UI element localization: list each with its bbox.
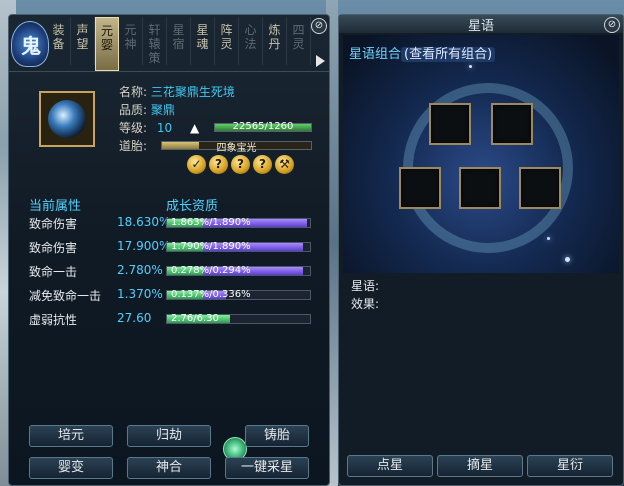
close-button[interactable]: ⊘ xyxy=(311,18,327,34)
dao-slot-icon[interactable]: ⚒ xyxy=(275,155,294,174)
tab-4[interactable]: 轩 辕 策 xyxy=(143,17,167,65)
effect-label: 效果: xyxy=(351,297,380,311)
star-slot[interactable] xyxy=(459,167,501,209)
dao-slots: ✓??? ⚒ xyxy=(187,155,297,174)
growth-text: 0.278%/0.294% xyxy=(171,265,251,276)
category-tabs: 装 备声 望元 婴元 神轩 辕 策星 宿星 魂阵 灵心 法炼 丹四 灵 xyxy=(47,17,311,71)
zhutai-button[interactable]: 铸胎 xyxy=(245,425,309,447)
star-sparkle xyxy=(547,237,550,240)
dao-slot-icon[interactable]: ? xyxy=(231,155,250,174)
growth-text: 2.76/6.30 xyxy=(171,313,219,324)
tab-8[interactable]: 心 法 xyxy=(239,17,263,65)
quality-label: 品质: xyxy=(119,103,148,117)
dao-slot-icon[interactable]: ? xyxy=(253,155,272,174)
zhaixing-button[interactable]: 摘星 xyxy=(437,455,523,477)
level-up-icon[interactable]: ▲ xyxy=(190,121,199,135)
yuanying-panel: 鬼 装 备声 望元 婴元 神轩 辕 策星 宿星 魂阵 灵心 法炼 丹四 灵 ⊘ … xyxy=(8,14,330,486)
xingyu-label: 星语: xyxy=(351,279,380,293)
star-slot[interactable] xyxy=(399,167,441,209)
attr-value: 27.60 xyxy=(117,311,152,325)
attr-value: 1.370% xyxy=(117,287,163,301)
yingbian-button[interactable]: 婴变 xyxy=(29,457,113,479)
view-all-combos-link[interactable]: (查看所有组合) xyxy=(401,47,496,62)
guijie-button[interactable]: 归劫 xyxy=(127,425,211,447)
growth-bar: 1.790%/1.890% xyxy=(166,241,311,252)
tab-1[interactable]: 声 望 xyxy=(71,17,95,65)
orb-icon xyxy=(48,100,86,138)
tab-0[interactable]: 装 备 xyxy=(47,17,71,65)
dao-label: 道胎: xyxy=(119,139,148,153)
attr-name: 致命伤害 xyxy=(29,241,78,255)
current-attr-header: 当前属性 xyxy=(29,199,82,214)
dao-slot-icon[interactable]: ? xyxy=(209,155,228,174)
level-label: 等级: xyxy=(119,121,148,135)
growth-header: 成长资质 xyxy=(166,199,219,214)
tab-10[interactable]: 四 灵 xyxy=(287,17,311,65)
quality-value: 聚鼎 xyxy=(150,103,175,117)
growth-bar: 2.76/6.30 xyxy=(166,313,311,324)
attr-value: 2.780% xyxy=(117,263,163,277)
attr-name: 减免致命一击 xyxy=(29,289,102,303)
growth-text: 1.790%/1.890% xyxy=(171,241,251,252)
avatar-emblem-icon: 鬼 xyxy=(11,21,49,67)
shenhe-button[interactable]: 神合 xyxy=(127,457,211,479)
attr-name: 致命一击 xyxy=(29,265,78,279)
exp-text: 22565/1260 xyxy=(232,121,294,132)
tab-6[interactable]: 星 魂 xyxy=(191,17,215,65)
growth-bar: 1.863%/1.890% xyxy=(166,217,311,228)
attr-name: 致命伤害 xyxy=(29,217,78,231)
combo-row: 星语组合 (查看所有组合) xyxy=(349,43,496,62)
attr-value: 17.900% xyxy=(117,239,171,253)
dao-text: 四象宝光 xyxy=(216,143,257,154)
scroll-right-arrow-icon[interactable] xyxy=(316,55,325,67)
xingyu-panel: 星语 ⊘ 星语组合 (查看所有组合) 星语: 效果: 点星 摘星 星衍 xyxy=(338,14,624,486)
growth-bar: 0.278%/0.294% xyxy=(166,265,311,276)
star-sparkle xyxy=(469,65,472,68)
dianxing-button[interactable]: 点星 xyxy=(347,455,433,477)
tab-7[interactable]: 阵 灵 xyxy=(215,17,239,65)
name-value: 三花聚鼎生死境 xyxy=(150,85,235,99)
growth-text: 1.863%/1.890% xyxy=(171,217,251,228)
star-slot[interactable] xyxy=(429,103,471,145)
growth-text: 0.137%/0.336% xyxy=(171,289,251,300)
dao-bar: 四象宝光 xyxy=(161,141,312,154)
panel-title: 星语 xyxy=(339,15,623,34)
yijian-caixing-button[interactable]: 一键采星 xyxy=(225,457,309,479)
peiyuan-button[interactable]: 培元 xyxy=(29,425,113,447)
star-chart xyxy=(343,35,619,273)
combo-label: 星语组合 xyxy=(349,47,402,62)
tab-2[interactable]: 元 婴 xyxy=(95,17,119,71)
divider xyxy=(9,71,329,72)
close-button[interactable]: ⊘ xyxy=(604,17,620,33)
star-sparkle xyxy=(565,257,570,262)
growth-bar: 0.137%/0.336% xyxy=(166,289,311,300)
attr-name: 虚弱抗性 xyxy=(29,313,78,327)
tab-5[interactable]: 星 宿 xyxy=(167,17,191,65)
dao-slot-icon[interactable]: ✓ xyxy=(187,155,206,174)
level-value: 10 xyxy=(156,121,173,135)
name-label: 名称: xyxy=(119,85,148,99)
yuanying-item-icon[interactable] xyxy=(39,91,99,151)
xingyan-button[interactable]: 星衍 xyxy=(527,455,613,477)
exp-bar: 22565/1260 xyxy=(214,121,312,132)
tab-9[interactable]: 炼 丹 xyxy=(263,17,287,65)
tab-3[interactable]: 元 神 xyxy=(119,17,143,65)
star-slot[interactable] xyxy=(491,103,533,145)
attr-value: 18.630% xyxy=(117,215,171,229)
avatar-glyph: 鬼 xyxy=(21,34,41,58)
star-slot[interactable] xyxy=(519,167,561,209)
